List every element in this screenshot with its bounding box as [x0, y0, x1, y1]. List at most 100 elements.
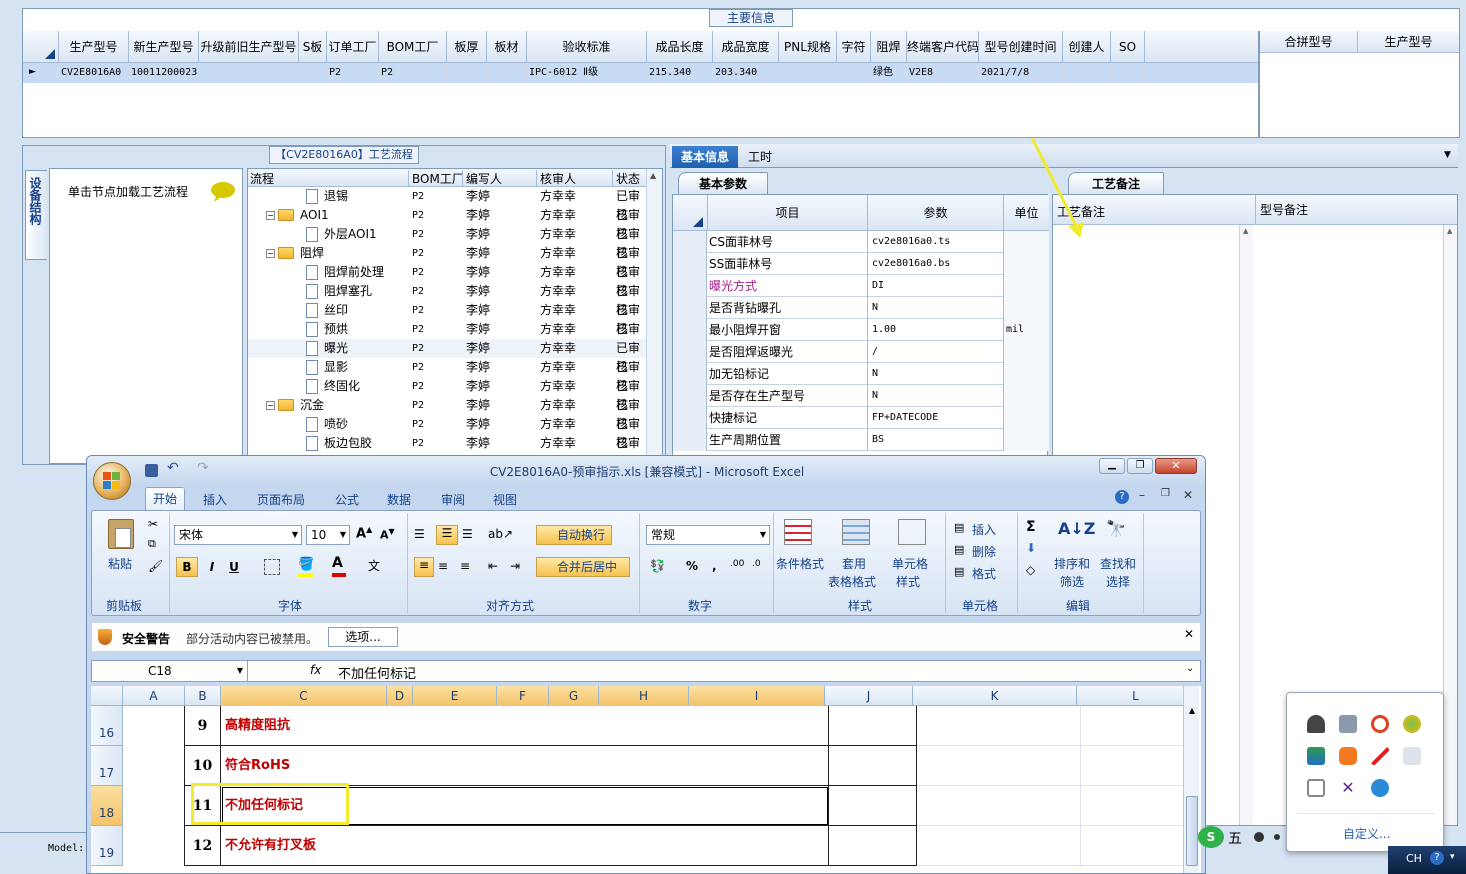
param-row[interactable]: SS面菲林号 cv2e8016a0.bs: [673, 253, 1049, 275]
paste-icon[interactable]: [108, 519, 134, 549]
fx-icon[interactable]: fx: [310, 663, 321, 677]
column-header-f[interactable]: F: [497, 686, 549, 706]
param-value[interactable]: N: [867, 385, 1003, 407]
main-info-row[interactable]: ► CV2E8016A010011200023250 P2P2 IPC-6012 Ⅱ…: [23, 63, 1258, 83]
shrink-font-icon[interactable]: A▼: [380, 527, 395, 542]
restore-button[interactable]: ❐: [1127, 458, 1153, 474]
lang-arrow-icon[interactable]: ▾: [1450, 852, 1455, 862]
row-header[interactable]: 17: [91, 746, 123, 786]
col-flow[interactable]: 流程: [250, 170, 274, 187]
bold-button[interactable]: B: [176, 557, 198, 577]
tab-basic-info[interactable]: 基本信息: [672, 146, 738, 168]
tray-app-icon-4[interactable]: [1403, 715, 1421, 733]
ime-mode-label[interactable]: 五: [1228, 828, 1242, 848]
grow-font-icon[interactable]: A▲: [356, 525, 372, 541]
sogou-icon[interactable]: S: [1198, 826, 1224, 848]
font-color-icon[interactable]: A: [332, 555, 346, 577]
sort-filter-icon[interactable]: A↓Z: [1058, 519, 1095, 538]
align-middle-icon[interactable]: ☰: [436, 525, 458, 545]
param-subtab[interactable]: 基本参数: [678, 172, 768, 194]
column-header-d[interactable]: D: [387, 686, 413, 706]
param-value[interactable]: DI: [867, 275, 1003, 297]
select-all-corner[interactable]: [91, 686, 123, 706]
main-info-cell[interactable]: [447, 63, 487, 83]
main-info-cell[interactable]: P2: [327, 63, 379, 83]
flow-tree-row[interactable]: 阻焊前处理 P2 李婷 方幸幸 已审核: [248, 263, 646, 298]
row-header[interactable]: 16: [91, 706, 123, 746]
copy-icon[interactable]: ⧉: [148, 537, 156, 551]
main-info-col-header[interactable]: 验收标准: [527, 31, 647, 63]
flow-tree-row[interactable]: − 沉金 P2 李婷 方幸幸 已审核: [248, 396, 646, 431]
tab-view[interactable]: 视图: [493, 491, 517, 508]
tray-app-icon-5[interactable]: [1307, 747, 1325, 765]
formula-expand-icon[interactable]: ⌄: [1186, 663, 1194, 674]
main-info-col-header[interactable]: SO: [1111, 31, 1145, 63]
col-model-note[interactable]: 型号备注: [1255, 195, 1308, 225]
flow-tree-row[interactable]: 喷砂 P2 李婷 方幸幸 已审核: [248, 415, 646, 450]
phonetic-icon[interactable]: 文: [368, 557, 380, 574]
tray-app-icon-2[interactable]: [1339, 715, 1357, 733]
param-value[interactable]: N: [867, 363, 1003, 385]
cell-j[interactable]: [829, 786, 917, 826]
tab-page-layout[interactable]: 页面布局: [257, 491, 305, 508]
save-icon[interactable]: [145, 464, 158, 477]
collapse-icon[interactable]: −: [266, 401, 275, 410]
number-format-select[interactable]: 常规 ▼: [646, 525, 770, 545]
lang-label[interactable]: CH: [1406, 852, 1422, 865]
main-info-col-header[interactable]: S板: [299, 31, 327, 63]
col-param[interactable]: 参数: [867, 195, 1003, 231]
main-info-col-header[interactable]: 阻焊: [871, 31, 907, 63]
row-header[interactable]: 18: [91, 786, 123, 826]
table-format-icon[interactable]: [842, 519, 870, 545]
tab-hours[interactable]: 工时: [748, 146, 778, 168]
cell-c-text[interactable]: 高精度阻抗: [221, 706, 829, 746]
border-icon[interactable]: [264, 559, 280, 575]
flow-tree-row[interactable]: − AOI1 P2 李婷 方幸幸 已审核: [248, 206, 646, 241]
ribbon-min-icon[interactable]: –: [1139, 488, 1145, 502]
main-info-cell[interactable]: [1063, 63, 1111, 83]
wrap-text-button[interactable]: 自动换行: [536, 525, 612, 545]
flow-tree-row[interactable]: 阻焊塞孔 P2 李婷 方幸幸 已审核: [248, 282, 646, 317]
param-row[interactable]: 加无铅标记 N: [673, 363, 1049, 385]
column-header-c[interactable]: C: [221, 686, 387, 706]
ime-dot-icon-1[interactable]: [1254, 832, 1264, 842]
table-format-button-1[interactable]: 套用: [842, 555, 866, 572]
cell-k[interactable]: [917, 706, 1081, 746]
decrease-indent-icon[interactable]: ⇤: [488, 559, 498, 573]
tray-app-icon-11[interactable]: [1371, 779, 1389, 797]
main-info-cell[interactable]: [837, 63, 871, 83]
autosum-icon[interactable]: Σ: [1026, 519, 1036, 535]
clear-icon[interactable]: ◇: [1026, 563, 1035, 577]
tray-app-icon-7[interactable]: [1371, 747, 1389, 765]
sheet-scroll-thumb[interactable]: [1186, 796, 1198, 866]
format-cells-button[interactable]: 格式: [972, 565, 996, 582]
redo-icon[interactable]: ↷: [197, 460, 209, 476]
tab-review[interactable]: 审阅: [441, 491, 465, 508]
tree-scrollbar[interactable]: ▲: [646, 169, 662, 463]
tab-insert[interactable]: 插入: [203, 491, 227, 508]
increase-indent-icon[interactable]: ⇥: [510, 559, 520, 573]
find-select-button-2[interactable]: 选择: [1106, 573, 1130, 590]
cell-style-icon[interactable]: [898, 519, 926, 545]
decrease-decimal-icon[interactable]: .0: [752, 559, 761, 569]
param-value[interactable]: N: [867, 297, 1003, 319]
insert-cells-button[interactable]: 插入: [972, 521, 996, 538]
ribbon-restore-icon[interactable]: ❐: [1161, 488, 1170, 499]
param-value[interactable]: FP+DATECODE: [867, 407, 1003, 429]
cell-a[interactable]: [123, 786, 185, 826]
tab-formulas[interactable]: 公式: [335, 491, 359, 508]
flow-tree-row[interactable]: 退锡 P2 李婷 方幸幸 已审核: [248, 187, 646, 222]
flow-tree-row[interactable]: 外层AOI1 P2 李婷 方幸幸 已审核: [248, 225, 646, 260]
tray-app-icon-3[interactable]: [1371, 715, 1389, 733]
column-header-e[interactable]: E: [413, 686, 497, 706]
tray-app-icon-1[interactable]: [1307, 715, 1325, 733]
formula-input[interactable]: 不加任何标记: [338, 663, 416, 682]
row-header[interactable]: 19: [91, 826, 123, 866]
cell-l[interactable]: [1081, 746, 1183, 786]
main-info-col-header[interactable]: PNL规格: [779, 31, 837, 63]
cell-b-number[interactable]: 9: [185, 706, 221, 746]
help-icon[interactable]: ?: [1115, 490, 1129, 504]
align-center-icon[interactable]: ≡: [438, 559, 448, 573]
col-status[interactable]: 状态: [612, 170, 640, 187]
main-info-cell[interactable]: 绿色: [871, 63, 907, 83]
